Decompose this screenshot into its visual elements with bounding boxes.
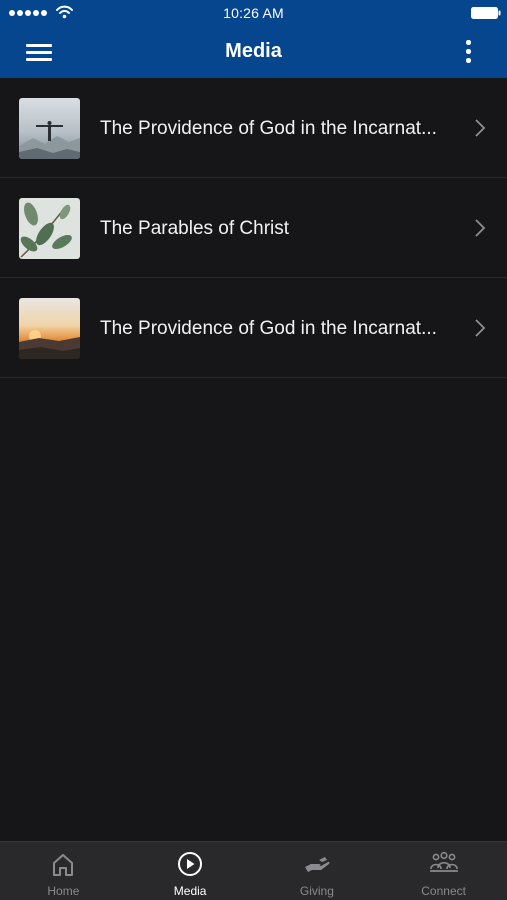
tab-label: Connect: [421, 884, 466, 898]
chevron-right-icon: [475, 219, 486, 237]
top-bar: 10:26 AM Media: [0, 0, 507, 78]
media-list: The Providence of God in the Incarnat...…: [0, 78, 507, 378]
chevron-right-icon: [475, 319, 486, 337]
giving-hand-icon: [304, 857, 330, 872]
media-item-title: The Parables of Christ: [100, 218, 290, 239]
leaves-image: [19, 198, 80, 259]
battery-icon: [471, 7, 501, 19]
chevron-right-icon: [475, 119, 486, 137]
tab-bar: Home Media Giving Connect: [0, 841, 507, 900]
more-options-button[interactable]: [456, 36, 480, 68]
media-list-item[interactable]: The Parables of Christ: [0, 178, 507, 278]
tab-giving[interactable]: Giving: [254, 842, 381, 900]
tab-media[interactable]: Media: [127, 842, 254, 900]
tab-label: Giving: [299, 884, 334, 898]
media-item-title: The Providence of God in the Incarnat...: [100, 318, 437, 339]
media-list-item[interactable]: The Providence of God in the Incarnat...: [0, 78, 507, 178]
tab-label: Media: [173, 884, 207, 898]
media-list-item[interactable]: The Providence of God in the Incarnat...: [0, 278, 507, 378]
tab-label: Home: [47, 884, 80, 898]
tab-connect[interactable]: Connect: [380, 842, 507, 900]
sunset-image: [19, 298, 80, 359]
status-time: 10:26 AM: [223, 5, 284, 21]
navigation-bar: Media: [0, 26, 507, 78]
status-bar: 10:26 AM: [0, 0, 507, 26]
person-on-mountain-image: [19, 98, 80, 159]
media-screen: 10:26 AM Media The Providence of God in …: [0, 0, 507, 900]
people-icon: [429, 851, 458, 872]
more-vertical-icon: [466, 40, 471, 45]
tab-home[interactable]: Home: [0, 842, 127, 900]
play-circle-icon: [178, 852, 203, 876]
page-title: Media: [225, 40, 282, 62]
media-item-title: The Providence of God in the Incarnat...: [100, 118, 437, 139]
home-icon: [53, 854, 74, 876]
